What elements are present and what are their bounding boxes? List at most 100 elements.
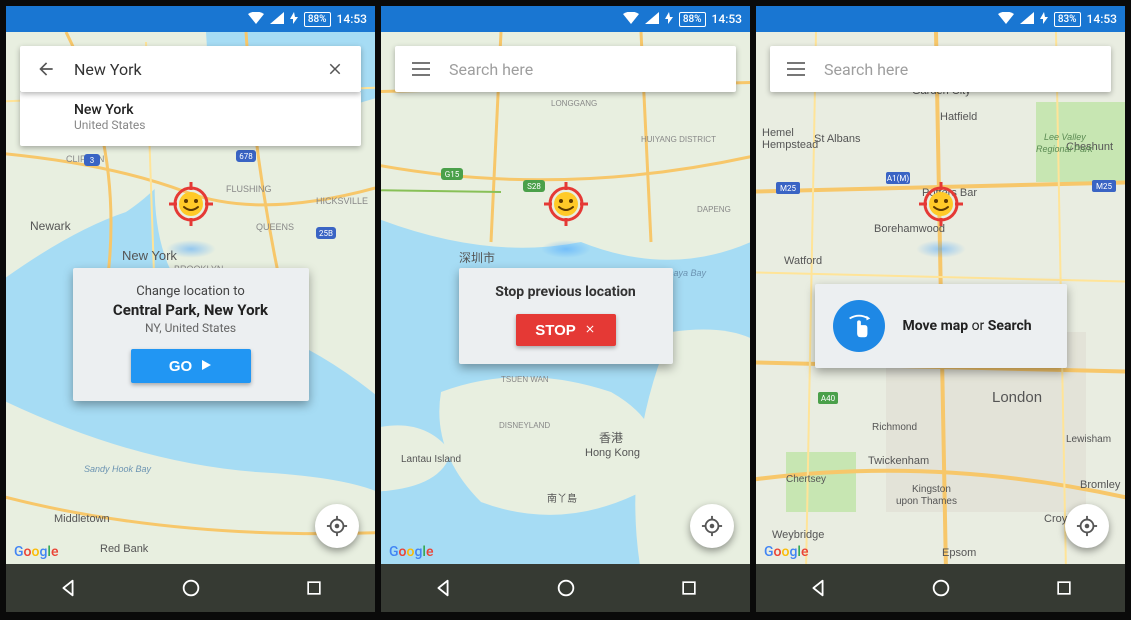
locate-icon — [701, 515, 723, 537]
search-input[interactable]: Search here — [824, 60, 1097, 79]
charging-icon — [1040, 12, 1048, 27]
svg-text:Hemel: Hemel — [762, 127, 794, 139]
signal-icon — [1020, 12, 1034, 27]
search-suggestion[interactable]: New York United States — [20, 92, 361, 146]
svg-text:TSUEN WAN: TSUEN WAN — [501, 375, 549, 384]
svg-text:678: 678 — [239, 152, 253, 161]
hand-swipe-icon — [833, 300, 885, 352]
suggestion-subtitle: United States — [74, 118, 345, 132]
locate-fab[interactable] — [690, 504, 734, 548]
menu-icon[interactable] — [409, 57, 433, 81]
nav-home-button[interactable] — [901, 577, 981, 599]
card-line3: NY, United States — [91, 321, 291, 335]
wifi-icon — [623, 12, 639, 27]
stop-button-label: STOP — [535, 322, 576, 339]
stop-location-card: Stop previous location STOP — [459, 268, 673, 364]
svg-text:南丫島: 南丫島 — [547, 492, 577, 505]
svg-text:S28: S28 — [527, 182, 541, 191]
locate-icon — [1076, 515, 1098, 537]
nav-back-button[interactable] — [778, 577, 858, 599]
svg-text:Watford: Watford — [784, 255, 822, 267]
menu-icon[interactable] — [784, 57, 808, 81]
svg-text:DAPENG: DAPENG — [697, 205, 731, 214]
search-input[interactable]: New York — [74, 60, 323, 79]
card-line1: Stop previous location — [477, 284, 655, 300]
svg-text:Middletown: Middletown — [54, 513, 110, 525]
svg-text:Richmond: Richmond — [872, 422, 917, 433]
go-button-label: GO — [169, 358, 192, 375]
back-arrow-icon[interactable] — [34, 57, 58, 81]
charging-icon — [665, 12, 673, 27]
svg-text:Hong Kong: Hong Kong — [585, 447, 640, 459]
nav-back-button[interactable] — [403, 577, 483, 599]
status-time: 14:53 — [337, 12, 367, 26]
svg-text:G15: G15 — [445, 170, 460, 179]
nav-home-button[interactable] — [526, 577, 606, 599]
search-bar[interactable]: Search here — [395, 46, 736, 92]
svg-text:Lee Valley: Lee Valley — [1044, 132, 1086, 142]
play-icon — [200, 358, 212, 375]
status-bar: 83% 14:53 — [756, 6, 1125, 32]
svg-text:St Albans: St Albans — [814, 133, 861, 145]
close-icon[interactable] — [323, 57, 347, 81]
nav-home-button[interactable] — [151, 577, 231, 599]
svg-text:3: 3 — [90, 156, 95, 165]
svg-text:Hempstead: Hempstead — [762, 139, 818, 151]
svg-text:HUIYANG DISTRICT: HUIYANG DISTRICT — [641, 135, 716, 144]
pin-shadow — [916, 240, 966, 258]
google-watermark: Google — [389, 544, 433, 560]
search-bar[interactable]: New York — [20, 46, 361, 92]
svg-text:London: London — [992, 389, 1042, 406]
locate-fab[interactable] — [1065, 504, 1109, 548]
phone-screen-3: 83% 14:53 London Watf — [756, 6, 1125, 612]
svg-text:Weybridge: Weybridge — [772, 529, 824, 541]
svg-text:Daya Bay: Daya Bay — [667, 268, 707, 278]
location-pin-icon — [167, 180, 215, 232]
svg-text:Epsom: Epsom — [942, 547, 976, 559]
phone-screen-2: 88% 14:53 深圳市 Shenzhen 香港 Hong — [381, 6, 750, 612]
suggestion-title: New York — [74, 102, 345, 118]
search-bar[interactable]: Search here — [770, 46, 1111, 92]
phone-screen-1: 88% 14:53 Newark New York — [6, 6, 375, 612]
stop-button[interactable]: STOP — [516, 314, 616, 346]
google-watermark: Google — [14, 544, 58, 560]
svg-text:Hatfield: Hatfield — [940, 111, 977, 123]
svg-text:FLUSHING: FLUSHING — [226, 184, 272, 194]
svg-text:Kingston: Kingston — [912, 484, 951, 495]
svg-text:香港: 香港 — [599, 431, 623, 445]
nav-recent-button[interactable] — [274, 578, 354, 598]
svg-text:25B: 25B — [319, 229, 333, 238]
wifi-icon — [248, 12, 264, 27]
svg-text:QUEENS: QUEENS — [256, 222, 294, 232]
svg-text:M25: M25 — [780, 184, 796, 193]
go-button[interactable]: GO — [131, 349, 251, 383]
status-time: 14:53 — [712, 12, 742, 26]
status-bar: 88% 14:53 — [6, 6, 375, 32]
svg-text:LONGGANG: LONGGANG — [551, 99, 597, 108]
nav-recent-button[interactable] — [1024, 578, 1104, 598]
nav-recent-button[interactable] — [649, 578, 729, 598]
location-pin-icon — [542, 180, 590, 232]
svg-text:Chertsey: Chertsey — [786, 474, 826, 485]
nav-bar — [756, 564, 1125, 612]
svg-text:深圳市: 深圳市 — [459, 250, 495, 265]
svg-text:Twickenham: Twickenham — [868, 455, 929, 467]
card-line2: Central Park, New York — [91, 301, 291, 319]
svg-text:upon Thames: upon Thames — [896, 496, 957, 507]
wifi-icon — [998, 12, 1014, 27]
battery-percent: 88% — [304, 12, 331, 27]
svg-text:A40: A40 — [821, 394, 836, 403]
locate-fab[interactable] — [315, 504, 359, 548]
nav-back-button[interactable] — [28, 577, 108, 599]
charging-icon — [290, 12, 298, 27]
hint-text: Move map or Search — [903, 318, 1032, 334]
locate-icon — [326, 515, 348, 537]
svg-text:Bromley: Bromley — [1080, 479, 1121, 491]
battery-percent: 88% — [679, 12, 706, 27]
signal-icon — [645, 12, 659, 27]
svg-text:Lantau Island: Lantau Island — [401, 454, 461, 465]
close-icon — [584, 322, 596, 339]
svg-text:Sandy Hook Bay: Sandy Hook Bay — [84, 464, 152, 474]
search-input[interactable]: Search here — [449, 60, 722, 79]
pin-shadow — [541, 240, 591, 258]
